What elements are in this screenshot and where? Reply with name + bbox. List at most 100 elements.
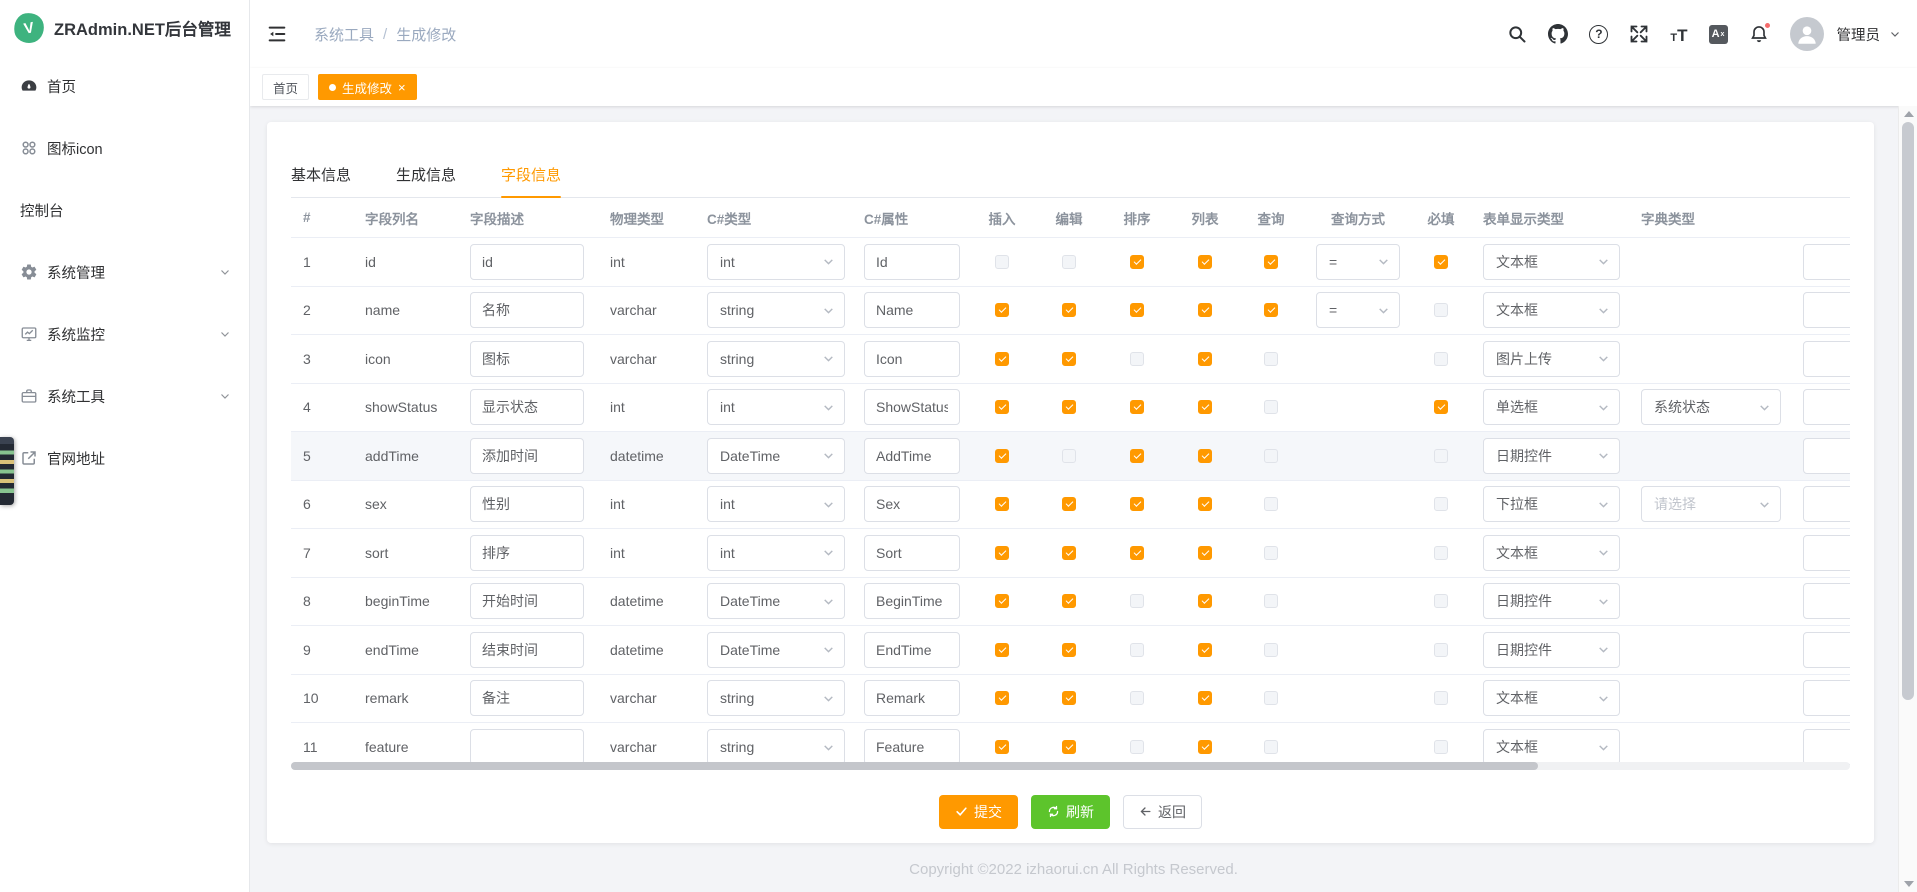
list-checkbox[interactable] [1198,546,1212,560]
csharp-property-input[interactable] [864,535,960,571]
required-checkbox[interactable] [1434,352,1448,366]
insert-checkbox[interactable] [995,691,1009,705]
query-checkbox[interactable] [1264,643,1278,657]
field-description-input[interactable] [470,292,584,328]
sort-checkbox[interactable] [1130,303,1144,317]
query-checkbox[interactable] [1264,497,1278,511]
csharp-property-input[interactable] [864,583,960,619]
form-display-type-select[interactable]: 图片上传 [1483,341,1620,377]
sort-checkbox[interactable] [1130,740,1144,754]
tab[interactable]: 生成信息 [396,152,456,197]
list-checkbox[interactable] [1198,740,1212,754]
sort-checkbox[interactable] [1130,352,1144,366]
sort-checkbox[interactable] [1130,449,1144,463]
csharp-property-input[interactable] [864,729,960,765]
insert-checkbox[interactable] [995,303,1009,317]
csharp-property-input[interactable] [864,389,960,425]
csharp-type-select[interactable]: int [707,244,845,280]
required-checkbox[interactable] [1434,594,1448,608]
github-icon[interactable] [1548,24,1568,44]
field-description-input[interactable] [470,244,584,280]
horizontal-scrollbar[interactable] [291,762,1850,770]
csharp-property-input[interactable] [864,680,960,716]
extra-field-input[interactable] [1803,244,1850,280]
settings-drawer-handle[interactable] [0,437,14,505]
extra-field-input[interactable] [1803,729,1850,765]
query-checkbox[interactable] [1264,255,1278,269]
dict-type-select[interactable]: 系统状态 [1641,389,1781,425]
tag[interactable]: 生成修改 × [318,74,417,100]
csharp-type-select[interactable]: int [707,486,845,522]
csharp-property-input[interactable] [864,486,960,522]
sidebar-item[interactable]: 图标icon [0,117,249,179]
refresh-button[interactable]: 刷新 [1031,795,1110,829]
extra-field-input[interactable] [1803,486,1850,522]
form-display-type-select[interactable]: 单选框 [1483,389,1620,425]
vertical-scrollbar[interactable] [1898,106,1917,892]
csharp-type-select[interactable]: DateTime [707,438,845,474]
list-checkbox[interactable] [1198,594,1212,608]
sidebar-item[interactable]: 官网地址 [0,427,249,489]
insert-checkbox[interactable] [995,449,1009,463]
insert-checkbox[interactable] [995,255,1009,269]
field-description-input[interactable] [470,438,584,474]
extra-field-input[interactable] [1803,341,1850,377]
form-display-type-select[interactable]: 文本框 [1483,729,1620,765]
csharp-type-select[interactable]: DateTime [707,583,845,619]
breadcrumb-section[interactable]: 系统工具 [314,24,374,45]
chevron-down-icon[interactable] [1889,28,1901,40]
extra-field-input[interactable] [1803,535,1850,571]
field-description-input[interactable] [470,729,584,765]
edit-checkbox[interactable] [1062,400,1076,414]
query-checkbox[interactable] [1264,594,1278,608]
query-checkbox[interactable] [1264,740,1278,754]
font-size-icon[interactable]: TT [1670,24,1687,44]
field-description-input[interactable] [470,583,584,619]
form-display-type-select[interactable]: 日期控件 [1483,632,1620,668]
required-checkbox[interactable] [1434,400,1448,414]
field-description-input[interactable] [470,680,584,716]
field-description-input[interactable] [470,389,584,425]
insert-checkbox[interactable] [995,497,1009,511]
field-description-input[interactable] [470,632,584,668]
csharp-type-select[interactable]: string [707,341,845,377]
required-checkbox[interactable] [1434,691,1448,705]
tab[interactable]: 字段信息 [501,152,561,197]
query-method-select[interactable]: = [1316,244,1400,280]
sort-checkbox[interactable] [1130,594,1144,608]
sort-checkbox[interactable] [1130,691,1144,705]
list-checkbox[interactable] [1198,449,1212,463]
csharp-property-input[interactable] [864,438,960,474]
sidebar-item[interactable]: 系统工具 [0,365,249,427]
sort-checkbox[interactable] [1130,643,1144,657]
required-checkbox[interactable] [1434,449,1448,463]
sidebar-item[interactable]: 系统监控 [0,303,249,365]
list-checkbox[interactable] [1198,497,1212,511]
sort-checkbox[interactable] [1130,255,1144,269]
required-checkbox[interactable] [1434,255,1448,269]
fullscreen-icon[interactable] [1629,24,1649,44]
help-icon[interactable]: ? [1589,25,1608,44]
bell-icon[interactable] [1749,24,1769,44]
list-checkbox[interactable] [1198,352,1212,366]
edit-checkbox[interactable] [1062,643,1076,657]
sidebar-item[interactable]: 首页 [0,55,249,117]
edit-checkbox[interactable] [1062,691,1076,705]
csharp-property-input[interactable] [864,341,960,377]
list-checkbox[interactable] [1198,691,1212,705]
csharp-type-select[interactable]: string [707,680,845,716]
back-button[interactable]: 返回 [1123,795,1202,829]
required-checkbox[interactable] [1434,303,1448,317]
dict-type-select[interactable]: 请选择 [1641,486,1781,522]
query-checkbox[interactable] [1264,449,1278,463]
extra-field-input[interactable] [1803,438,1850,474]
scroll-down-arrow-icon[interactable] [1904,881,1914,887]
vertical-scrollbar-thumb[interactable] [1902,122,1914,700]
csharp-property-input[interactable] [864,292,960,328]
query-checkbox[interactable] [1264,303,1278,317]
field-description-input[interactable] [470,535,584,571]
search-icon[interactable] [1507,24,1527,44]
insert-checkbox[interactable] [995,594,1009,608]
csharp-type-select[interactable]: string [707,292,845,328]
sort-checkbox[interactable] [1130,546,1144,560]
